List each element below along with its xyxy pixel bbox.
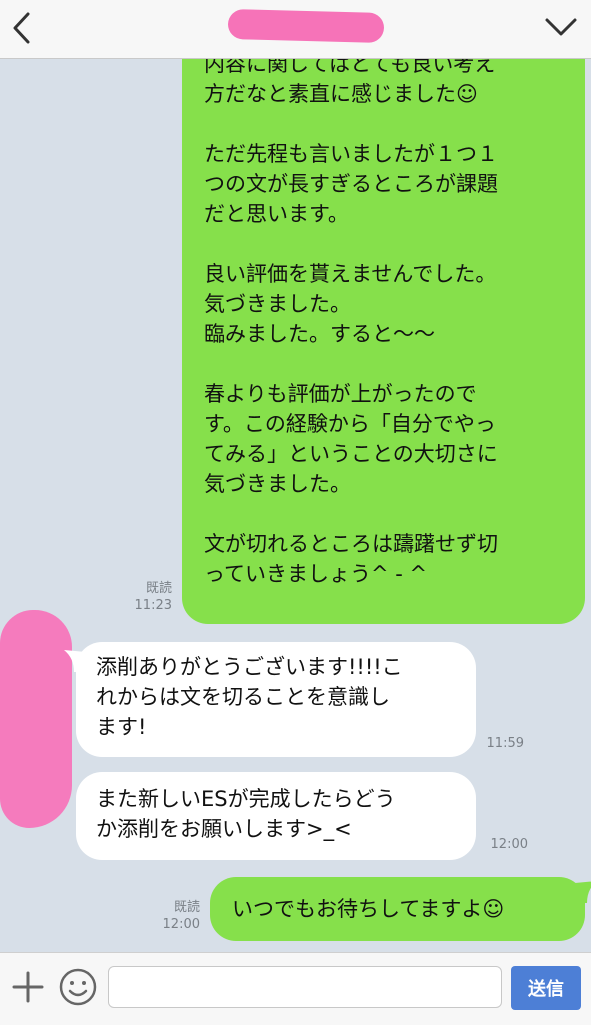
message-text: いつでもお待ちしてますよ☺ [232,897,505,921]
chat-header [0,0,591,59]
avatar-redaction [0,610,72,828]
message-time: 11:23 [134,598,172,613]
input-bar: 送信 [0,952,591,1025]
message-text: 添削ありがとうございます!!!!こ れからは文を切ることを意識し ます! [96,655,403,739]
message-text: また新しいESが完成したらどう か添削をお願いします>_< [96,787,396,841]
chevron-down-icon[interactable] [543,12,579,42]
plus-icon[interactable] [10,969,46,1005]
message-time: 11:59 [486,736,524,751]
message-meta: 既読 12:00 [148,899,200,933]
bubble-tail [64,650,86,672]
message-text: 内容に関してはとても良い考え 方だなと素直に感じました☺ ただ先程も言いましたが… [204,59,498,586]
message-time: 12:00 [490,837,528,852]
chevron-left-icon[interactable] [8,8,36,48]
send-button[interactable]: 送信 [511,966,581,1010]
read-receipt: 既読 [173,900,200,915]
emoji-icon[interactable] [58,967,98,1007]
bubble-tail [575,881,591,903]
message-bubble-incoming[interactable]: 添削ありがとうございます!!!!こ れからは文を切ることを意識し ます! [64,642,476,757]
message-bubble-outgoing[interactable]: いつでもお待ちしてますよ☺ [210,877,591,941]
message-bubble-incoming[interactable]: また新しいESが完成したらどう か添削をお願いします>_< [76,772,476,860]
name-redaction [227,8,385,44]
message-meta: 既読 11:23 [120,580,172,614]
read-receipt: 既読 [145,581,172,596]
message-input[interactable] [108,966,502,1008]
message-time: 12:00 [162,917,200,932]
message-list[interactable]: 内容に関してはとても良い考え 方だなと素直に感じました☺ ただ先程も言いましたが… [0,59,591,952]
message-bubble-outgoing[interactable]: 内容に関してはとても良い考え 方だなと素直に感じました☺ ただ先程も言いましたが… [182,59,585,624]
